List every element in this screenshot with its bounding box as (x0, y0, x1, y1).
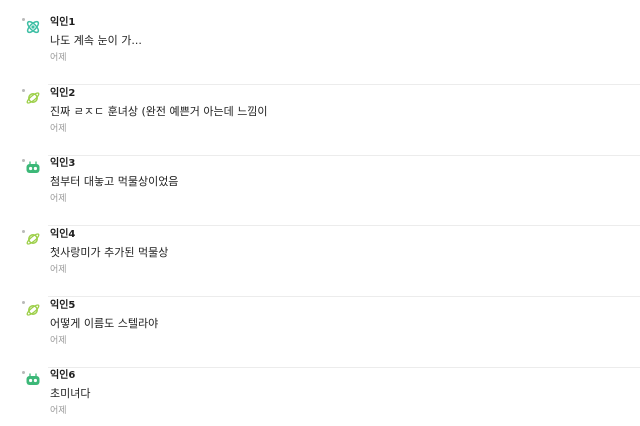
comment-body: 진짜 ㄹㅈㄷ 훈녀상 (완전 예쁜거 아는데 느낌이 (50, 105, 268, 118)
comment-author: 익인4 (50, 229, 76, 240)
comment-author: 익인3 (50, 158, 76, 169)
atom-icon (25, 19, 41, 35)
comment-author: 익인2 (50, 88, 76, 99)
comment-time: 어제 (50, 406, 67, 416)
comment-body: 어떻게 이름도 스텔라야 (50, 317, 159, 330)
comment-time: 어제 (50, 194, 67, 204)
comment-author: 익인5 (50, 300, 76, 311)
comment-item: 익인4 첫사랑미가 추가된 먹물상 어제 (0, 226, 640, 297)
comment-item: 익인5 어떻게 이름도 스텔라야 어제 (0, 297, 640, 368)
planet-icon (25, 90, 41, 106)
comment-time: 어제 (50, 124, 67, 134)
comment-item: 익인6 초미녀다 어제 (0, 367, 640, 426)
robot-icon (25, 160, 41, 176)
comment-body: 초미녀다 (50, 387, 91, 400)
comment-time: 어제 (50, 336, 67, 346)
comment-body: 나도 계속 눈이 가... (50, 34, 142, 47)
comment-author: 익인1 (50, 17, 76, 28)
comment-item: 익인1 나도 계속 눈이 가... 어제 (0, 14, 640, 85)
comment-item: 익인3 첨부터 대놓고 먹물상이었음 어제 (0, 155, 640, 226)
comment-item: 익인2 진짜 ㄹㅈㄷ 훈녀상 (완전 예쁜거 아는데 느낌이 어제 (0, 85, 640, 156)
comment-author: 익인6 (50, 370, 76, 381)
comment-time: 어제 (50, 53, 67, 63)
comment-body: 첫사랑미가 추가된 먹물상 (50, 246, 169, 259)
comment-time: 어제 (50, 265, 67, 275)
robot-icon (25, 372, 41, 388)
comment-body: 첨부터 대놓고 먹물상이었음 (50, 175, 179, 188)
planet-icon (25, 231, 41, 247)
planet-icon (25, 302, 41, 318)
comment-list: 익인1 나도 계속 눈이 가... 어제 익인2 진짜 ㄹㅈㄷ 훈녀상 (완전 … (0, 0, 640, 426)
